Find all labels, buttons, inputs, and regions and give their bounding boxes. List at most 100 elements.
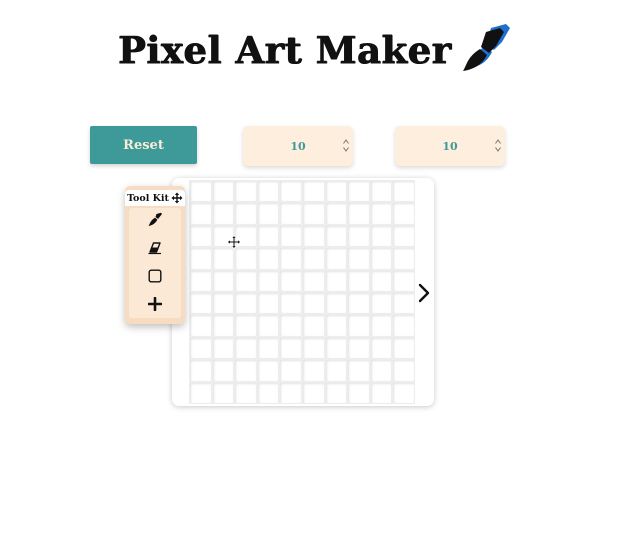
grid-cell[interactable]: [279, 381, 302, 404]
grid-cell[interactable]: [279, 359, 302, 382]
grid-cell[interactable]: [369, 224, 393, 248]
grid-cell[interactable]: [189, 269, 212, 292]
grid-cell[interactable]: [369, 202, 393, 225]
grid-cell[interactable]: [256, 269, 280, 292]
grid-cell[interactable]: [256, 224, 280, 248]
grid-cell[interactable]: [347, 180, 370, 203]
grid-cell[interactable]: [256, 359, 280, 382]
grid-cell[interactable]: [256, 202, 280, 225]
grid-cell[interactable]: [279, 224, 302, 248]
grid-cell[interactable]: [211, 314, 235, 337]
grid-cell[interactable]: [189, 291, 212, 315]
grid-cell[interactable]: [324, 291, 348, 315]
grid-cell[interactable]: [347, 269, 370, 292]
grid-cell[interactable]: [279, 314, 302, 337]
grid-cell[interactable]: [369, 314, 393, 337]
rectangle-tool-button[interactable]: [129, 264, 181, 288]
grid-cell[interactable]: [369, 247, 393, 270]
grid-cell[interactable]: [234, 336, 257, 360]
grid-cell[interactable]: [347, 291, 370, 315]
grid-cell[interactable]: [301, 336, 325, 360]
grid-cell[interactable]: [324, 180, 348, 203]
grid-cell[interactable]: [369, 269, 393, 292]
grid-cell[interactable]: [347, 381, 370, 404]
grid-cell[interactable]: [279, 202, 302, 225]
grid-cell[interactable]: [279, 336, 302, 360]
grid-cell[interactable]: [189, 314, 212, 337]
grid-cell[interactable]: [392, 314, 415, 337]
spinner-up-icon[interactable]: [495, 139, 501, 144]
grid-cell[interactable]: [189, 359, 212, 382]
grid-cell[interactable]: [369, 180, 393, 203]
grid-cell[interactable]: [234, 359, 257, 382]
grid-cell[interactable]: [392, 224, 415, 248]
grid-cell[interactable]: [347, 202, 370, 225]
grid-cell[interactable]: [234, 291, 257, 315]
add-tool-button[interactable]: [129, 292, 181, 316]
grid-cell[interactable]: [301, 247, 325, 270]
grid-cell[interactable]: [211, 180, 235, 203]
grid-cell[interactable]: [392, 180, 415, 203]
grid-cell[interactable]: [324, 224, 348, 248]
grid-cell[interactable]: [347, 336, 370, 360]
grid-cell[interactable]: [324, 247, 348, 270]
grid-cell[interactable]: [301, 224, 325, 248]
grid-height-spinner[interactable]: [343, 139, 349, 152]
grid-cell[interactable]: [279, 269, 302, 292]
grid-cell[interactable]: [392, 269, 415, 292]
grid-cell[interactable]: [256, 381, 280, 404]
grid-cell[interactable]: [234, 269, 257, 292]
grid-cell[interactable]: [347, 224, 370, 248]
grid-cell[interactable]: [234, 180, 257, 203]
grid-cell[interactable]: [189, 381, 212, 404]
grid-cell[interactable]: [369, 381, 393, 404]
chevron-right-icon[interactable]: [414, 280, 434, 306]
move-arrows-icon[interactable]: [171, 192, 183, 204]
grid-cell[interactable]: [324, 336, 348, 360]
grid-cell[interactable]: [256, 291, 280, 315]
grid-cell[interactable]: [279, 180, 302, 203]
grid-cell[interactable]: [211, 202, 235, 225]
grid-cell[interactable]: [392, 381, 415, 404]
grid-cell[interactable]: [324, 314, 348, 337]
grid-cell[interactable]: [189, 336, 212, 360]
grid-height-input[interactable]: 10: [243, 126, 353, 166]
spinner-up-icon[interactable]: [343, 139, 349, 144]
grid-width-input[interactable]: 10: [395, 126, 505, 166]
spinner-down-icon[interactable]: [495, 147, 501, 152]
grid-cell[interactable]: [301, 381, 325, 404]
grid-cell[interactable]: [301, 359, 325, 382]
grid-cell[interactable]: [256, 180, 280, 203]
grid-cell[interactable]: [234, 314, 257, 337]
grid-cell[interactable]: [301, 202, 325, 225]
grid-cell[interactable]: [189, 180, 212, 203]
grid-cell[interactable]: [189, 247, 212, 270]
grid-cell[interactable]: [211, 224, 235, 248]
grid-cell[interactable]: [392, 202, 415, 225]
tool-kit-header[interactable]: Tool Kit: [125, 190, 185, 206]
grid-cell[interactable]: [301, 314, 325, 337]
grid-width-spinner[interactable]: [495, 139, 501, 152]
grid-cell[interactable]: [234, 381, 257, 404]
grid-cell[interactable]: [211, 291, 235, 315]
grid-cell[interactable]: [369, 291, 393, 315]
grid-cell[interactable]: [234, 202, 257, 225]
grid-cell[interactable]: [211, 269, 235, 292]
grid-cell[interactable]: [392, 359, 415, 382]
grid-cell[interactable]: [189, 202, 212, 225]
grid-cell[interactable]: [324, 269, 348, 292]
grid-cell[interactable]: [392, 291, 415, 315]
grid-cell[interactable]: [211, 247, 235, 270]
reset-button[interactable]: Reset: [90, 126, 197, 164]
grid-cell[interactable]: [392, 247, 415, 270]
grid-cell[interactable]: [347, 314, 370, 337]
grid-cell[interactable]: [279, 291, 302, 315]
grid-cell[interactable]: [392, 336, 415, 360]
grid-cell[interactable]: [369, 336, 393, 360]
grid-cell[interactable]: [324, 381, 348, 404]
grid-cell[interactable]: [369, 359, 393, 382]
grid-cell[interactable]: [234, 247, 257, 270]
grid-cell[interactable]: [301, 269, 325, 292]
grid-cell[interactable]: [256, 314, 280, 337]
grid-cell[interactable]: [347, 247, 370, 270]
